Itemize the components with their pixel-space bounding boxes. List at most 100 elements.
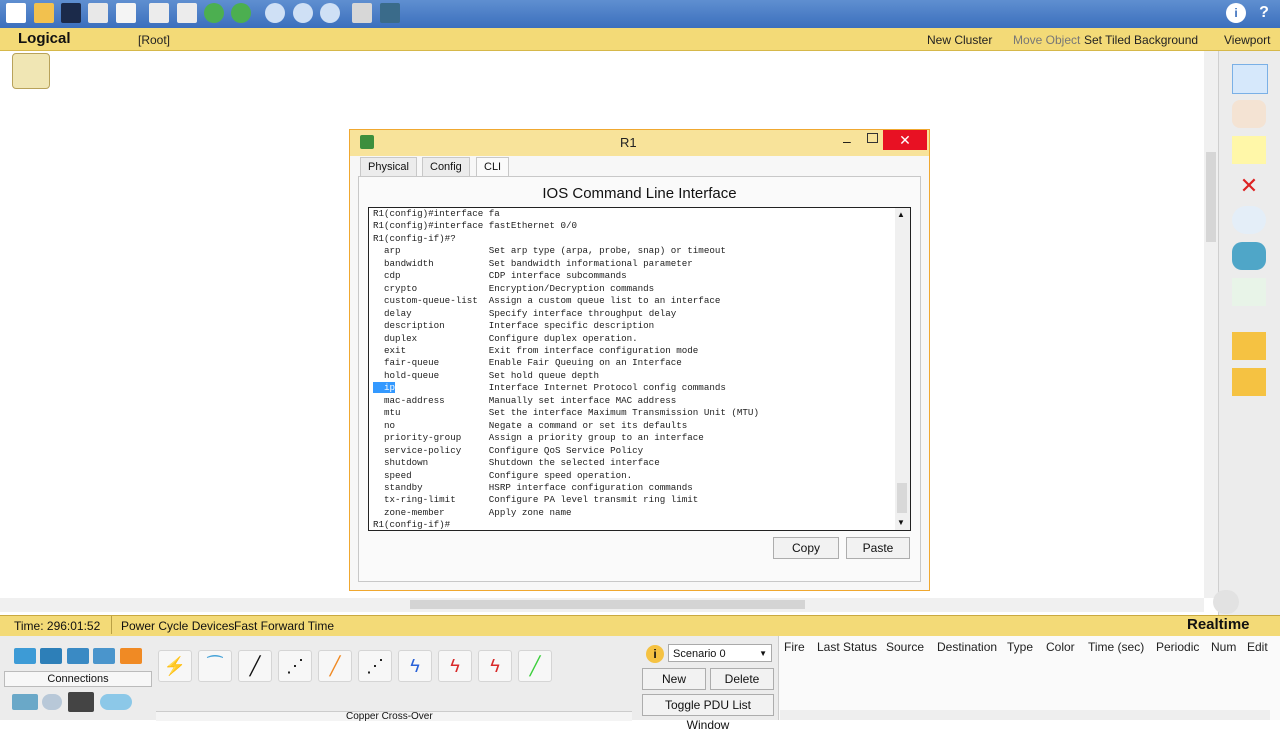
scenario-selected-value: Scenario 0	[673, 648, 726, 660]
scenario-select[interactable]: Scenario 0 ▼	[668, 644, 772, 662]
auto-connection-icon[interactable]: ⚡	[158, 650, 192, 682]
logical-mode-label[interactable]: Logical	[18, 30, 71, 47]
paste-button[interactable]: Paste	[846, 537, 910, 559]
custom-made-category-icon[interactable]	[100, 694, 132, 710]
delete-scenario-button[interactable]: Delete	[710, 668, 774, 690]
new-file-icon[interactable]	[6, 3, 26, 23]
cable-tooltip: Copper Cross-Over	[346, 711, 433, 722]
serial-dte-icon[interactable]: ϟ	[478, 650, 512, 682]
fiber-icon[interactable]: ╱	[318, 650, 352, 682]
maximize-icon[interactable]	[867, 133, 878, 143]
terminal-description: Exit from interface configuration mode	[488, 344, 699, 356]
terminal-description: Set bandwidth informational parameter	[488, 257, 693, 269]
select-tool-icon[interactable]	[1232, 64, 1268, 94]
undo-icon[interactable]	[204, 3, 224, 23]
wireless-category-icon[interactable]	[93, 648, 115, 664]
open-folder-icon[interactable]	[34, 3, 54, 23]
minimize-icon[interactable]: –	[843, 133, 851, 149]
copper-straight-through-icon[interactable]: ╱	[238, 650, 272, 682]
copper-cross-over-icon[interactable]: ⋰	[278, 650, 312, 682]
terminal-line: hold-queue Set hold queue depth	[373, 370, 759, 382]
cli-heading: IOS Command Line Interface	[542, 185, 737, 202]
terminal-description: Configure speed operation.	[488, 469, 633, 481]
pdu-header-color: Color	[1046, 640, 1075, 654]
fast-forward-time-button[interactable]: Fast Forward Time	[234, 619, 334, 633]
terminal-description: Encryption/Decryption commands	[488, 282, 655, 294]
tab-physical[interactable]: Physical	[360, 157, 417, 178]
new-cluster-button[interactable]: New Cluster	[927, 33, 992, 47]
cli-terminal[interactable]: R1(config)#interface fa R1(config)#interf…	[368, 207, 911, 531]
root-breadcrumb[interactable]: [Root]	[138, 33, 170, 47]
serial-dce-icon[interactable]: ϟ	[438, 650, 472, 682]
move-object-button[interactable]: Move Object	[1013, 33, 1080, 47]
terminal-description: Assign a priority group to an interface	[488, 432, 704, 444]
paste-icon[interactable]	[177, 3, 197, 23]
end-devices-category-icon[interactable]	[12, 694, 38, 710]
realtime-clock-icon[interactable]	[1213, 590, 1239, 614]
security-category-icon[interactable]	[42, 694, 62, 710]
redo-icon[interactable]	[231, 3, 251, 23]
terminal-command: R1(config)#interface fa	[373, 208, 500, 219]
help-icon[interactable]: ?	[1254, 3, 1274, 23]
close-button[interactable]: ✕	[883, 130, 927, 150]
drawing-palette-icon[interactable]	[352, 3, 372, 23]
terminal-description: Assign a custom queue list to an interfa…	[488, 295, 721, 307]
scenario-info-icon[interactable]: i	[646, 645, 664, 663]
set-tiled-background-button[interactable]: Set Tiled Background	[1084, 33, 1198, 47]
resize-tool-icon[interactable]	[1232, 278, 1266, 306]
scroll-up-icon[interactable]: ▲	[897, 210, 905, 219]
save-icon[interactable]	[61, 3, 81, 23]
draw-shape-tool-icon[interactable]	[1232, 242, 1266, 270]
info-icon[interactable]: i	[1226, 3, 1246, 23]
hubs-category-icon[interactable]	[67, 648, 89, 664]
hand-tool-icon[interactable]	[1232, 100, 1266, 128]
print-icon[interactable]	[88, 3, 108, 23]
terminal-command: hold-queue	[373, 369, 440, 381]
pdu-list-scrollbar[interactable]	[780, 710, 1270, 720]
custom-devices-icon[interactable]	[380, 3, 400, 23]
add-complex-pdu-icon[interactable]	[1232, 368, 1266, 396]
add-simple-pdu-icon[interactable]	[1232, 332, 1266, 360]
category-label: Connections	[4, 671, 152, 687]
toggle-pdu-list-button[interactable]: Toggle PDU List Window	[642, 694, 774, 732]
coaxial-icon[interactable]: ϟ	[398, 650, 432, 682]
terminal-line: ip Interface Internet Protocol config co…	[373, 382, 759, 394]
zoom-in-icon[interactable]	[265, 3, 285, 23]
pdu-header-destination: Destination	[937, 640, 998, 654]
delete-tool-icon[interactable]: ✕	[1232, 172, 1266, 200]
workspace-vertical-scrollbar[interactable]	[1204, 51, 1218, 598]
terminal-scroll-thumb[interactable]	[897, 483, 907, 513]
terminal-description: Set hold queue depth	[488, 369, 600, 381]
inspect-tool-icon[interactable]	[1232, 206, 1266, 234]
connections-category-icon[interactable]	[120, 648, 142, 664]
terminal-description: Apply zone name	[488, 506, 572, 518]
switches-category-icon[interactable]	[40, 648, 62, 664]
cluster-navigation-icon[interactable]	[12, 53, 50, 89]
tab-cli[interactable]: CLI	[476, 157, 510, 178]
copy-button[interactable]: Copy	[773, 537, 839, 559]
terminal-line: exit Exit from interface configuration m…	[373, 345, 759, 357]
copy-icon[interactable]	[149, 3, 169, 23]
note-tool-icon[interactable]	[1232, 136, 1266, 164]
tab-config[interactable]: Config	[422, 157, 470, 178]
activity-wizard-icon[interactable]	[116, 3, 136, 23]
viewport-button[interactable]: Viewport	[1224, 33, 1270, 47]
terminal-line: tx-ring-limit Configure PA level transmi…	[373, 494, 759, 506]
terminal-command: speed	[373, 469, 412, 481]
scroll-down-icon[interactable]: ▼	[897, 518, 905, 527]
phone-cable-icon[interactable]: ⋰	[358, 650, 392, 682]
terminal-command: bandwidth	[373, 257, 434, 269]
horizontal-scroll-thumb[interactable]	[410, 600, 805, 609]
terminal-line: R1(config)#interface fa	[373, 208, 759, 220]
vertical-scroll-thumb[interactable]	[1206, 152, 1216, 242]
terminal-scrollbar[interactable]	[895, 208, 910, 530]
octal-cable-icon[interactable]: ╱	[518, 650, 552, 682]
zoom-out-icon[interactable]	[320, 3, 340, 23]
realtime-mode-label[interactable]: Realtime	[1187, 616, 1250, 633]
console-cable-icon[interactable]: ⁀	[198, 650, 232, 682]
routers-category-icon[interactable]	[14, 648, 36, 664]
zoom-reset-icon[interactable]	[293, 3, 313, 23]
new-scenario-button[interactable]: New	[642, 668, 706, 690]
power-cycle-devices-button[interactable]: Power Cycle Devices	[121, 619, 234, 633]
wan-emulation-category-icon[interactable]	[68, 692, 94, 712]
